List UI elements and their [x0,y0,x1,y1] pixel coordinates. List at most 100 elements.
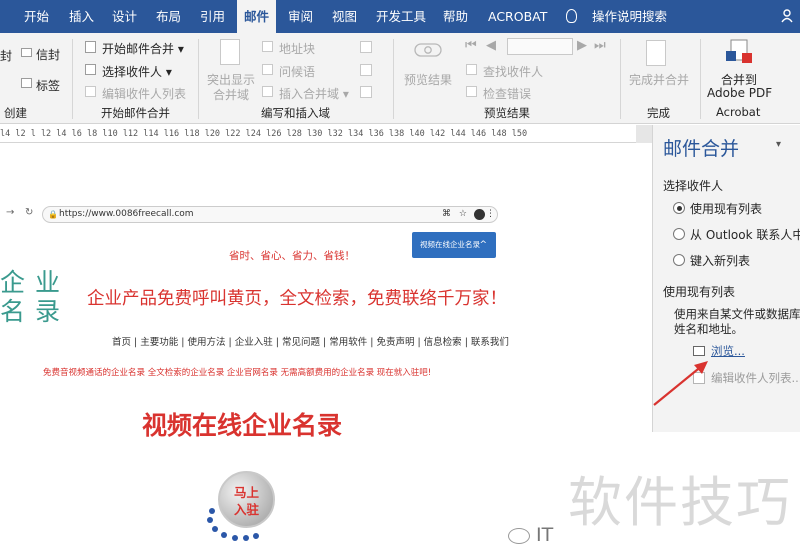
previous-record-icon[interactable]: ◀ [486,38,496,53]
use-existing-list-heading: 使用现有列表 [663,285,736,299]
slogan-small: 省时、省心、省力、省钱！ [229,250,355,262]
lock-icon: 🔒 [48,210,58,219]
highlight-fields-icon [220,39,240,65]
select-recipients-icon [85,64,96,75]
type-new-list-label[interactable]: 键入新列表 [690,252,750,269]
start-mail-merge-button[interactable]: 开始邮件合并 ▾ [102,40,184,57]
create-group-label: 创建 [4,106,27,120]
tab-home[interactable]: 开始 [24,0,49,33]
tab-acrobat[interactable]: ACROBAT [488,0,547,33]
slogan-headline: 企业产品免费呼叫黄页，全文检索，免费联络千万家！ [87,289,507,309]
menu-dots-icon: ⋮ [486,209,495,219]
forward-icon: → [6,207,15,218]
group-separator [393,39,394,119]
acrobat-group-label: Acrobat [716,105,761,119]
tab-developer[interactable]: 开发工具 [376,0,426,33]
greeting-line-button[interactable]: 问候语 [279,63,315,80]
pane-description-line2: 姓名和地址。 [674,322,743,336]
envelope-icon [21,48,32,57]
tab-help[interactable]: 帮助 [443,0,468,33]
chevron-up-icon: ^ [479,240,487,250]
site-title: 视频在线企业名录 [142,411,343,440]
site-promo-links: 免费音视频通话的企业名录 全文检索的企业名录 企业官网名录 无需高额费用的企业名… [43,368,432,378]
check-errors-icon [466,86,477,97]
preview-group-label: 预览结果 [484,106,530,120]
check-errors-button[interactable]: 检查错误 [483,85,531,102]
find-recipient-icon [466,64,477,75]
tab-insert[interactable]: 插入 [69,0,94,33]
use-existing-list-label[interactable]: 使用现有列表 [690,200,762,217]
address-block-button[interactable]: 地址块 [279,40,315,57]
label-icon [21,78,32,88]
labels-button[interactable]: 标签 [36,77,60,94]
edit-recipient-list-button[interactable]: 编辑收件人列表 [102,85,186,102]
preview-results-icon [414,43,442,57]
edit-recipient-list-link[interactable]: 编辑收件人列表... [711,370,800,386]
edit-list-icon [85,86,96,97]
rules-icon[interactable] [360,41,372,53]
annotation-arrow [653,361,708,406]
merge-to-pdf-icon [726,39,752,63]
group-separator [198,39,199,119]
tab-review[interactable]: 审阅 [288,0,313,33]
tab-view[interactable]: 视图 [332,0,357,33]
watermark-text: 软件技巧 [568,471,792,534]
ribbon: 封 信封 标签 创建 开始邮件合并 ▾ 选择收件人 ▾ 编辑收件人列表 开始邮件… [0,33,800,124]
qr-icon: ⌘ [442,209,451,219]
envelopes-button[interactable]: 信封 [36,46,60,63]
group-separator [700,39,701,119]
site-nav-links: 首页 | 主要功能 | 使用方法 | 企业入驻 | 常见问题 | 常用软件 | … [112,337,509,348]
loading-dots-decoration [207,508,259,541]
select-recipients-heading: 选择收件人 [663,179,724,193]
tab-design[interactable]: 设计 [112,0,137,33]
start-merge-icon [85,41,96,53]
browser-address-bar: → ↻ 🔒 https://www.0086freecall.com ⌘ ☆ ⋮ [0,203,500,225]
find-recipient-button[interactable]: 查找收件人 [483,63,543,80]
type-new-list-radio[interactable] [673,254,685,266]
ruler-right-end [636,125,652,143]
wechat-icon [508,527,530,544]
profile-icon [474,209,485,220]
highlight-merge-fields-button-line2: 合并域 [213,88,250,102]
outlook-contacts-radio[interactable] [673,228,685,240]
outlook-contacts-label[interactable]: 从 Outlook 联系人中选 [690,226,800,243]
pane-title: 邮件合并 [663,138,740,160]
finish-group-label: 完成 [647,106,670,120]
finish-and-merge-button[interactable]: 完成并合并 [629,71,689,88]
first-record-icon[interactable]: ⏮ [465,38,477,53]
tab-references[interactable]: 引用 [200,0,225,33]
insert-merge-field-icon [262,86,273,97]
ribbon-tab-bar: 开始 插入 设计 布局 引用 邮件 审阅 视图 开发工具 帮助 ACROBAT … [0,0,800,33]
user-icon[interactable] [781,9,793,23]
match-fields-icon[interactable] [360,64,372,76]
preview-results-button[interactable]: 预览结果 [404,71,452,88]
write-insert-group-label: 编写和插入域 [261,106,330,120]
tell-me-search[interactable]: 操作说明搜索 [592,0,667,33]
insert-merge-field-button[interactable]: 插入合并域 ▾ [279,85,349,102]
group-separator [72,39,73,119]
reload-icon: ↻ [25,207,34,218]
address-block-icon [262,41,273,52]
tab-mailings[interactable]: 邮件 [237,0,277,33]
pane-description-line1: 使用来自某文件或数据库 [674,307,800,321]
greeting-line-icon [262,64,273,75]
star-icon: ☆ [458,209,467,219]
use-existing-list-radio[interactable] [673,202,685,214]
next-record-icon[interactable]: ▶ [577,38,587,53]
site-logo: 企 业 名 录 [0,268,61,326]
wechat-watermark: IT [508,524,553,546]
merge-to-adobe-pdf-button-line2: Adobe PDF [707,86,773,100]
update-labels-icon[interactable] [360,86,372,98]
directory-dropdown-button: 视频在线企业名录 ^ [412,232,496,258]
lightbulb-icon [566,9,577,23]
record-number-input[interactable] [507,38,573,55]
tab-layout[interactable]: 布局 [156,0,181,33]
pane-options-chevron-icon[interactable]: ▾ [776,139,781,150]
group-separator [620,39,621,119]
select-recipients-button[interactable]: 选择收件人 ▾ [102,63,172,80]
url-field: 🔒 https://www.0086freecall.com ⌘ ☆ ⋮ [42,206,498,223]
envelopes-button-partial[interactable]: 封 [0,47,12,64]
last-record-icon[interactable]: ⏭ [594,38,606,53]
horizontal-ruler[interactable]: l4 l2 l l2 l4 l6 l8 l10 l12 l14 l16 l18 … [0,125,636,143]
finish-merge-icon [646,40,666,66]
